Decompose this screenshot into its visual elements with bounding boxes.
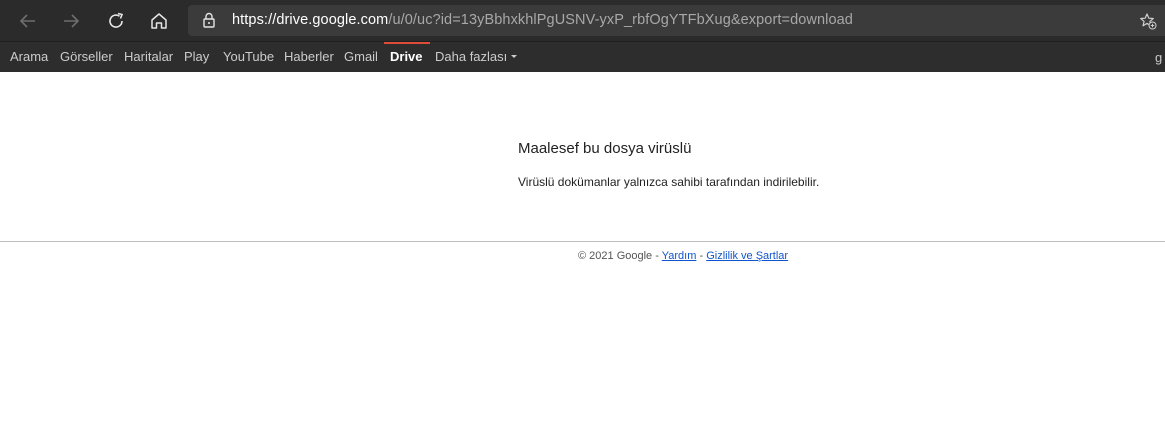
url-host: https://drive.google.com [232, 12, 389, 28]
gbar-item-arama[interactable]: Arama [10, 49, 48, 64]
footer-separator: - [699, 250, 704, 262]
lock-icon[interactable] [202, 12, 216, 33]
add-favorite-icon[interactable] [1139, 12, 1157, 35]
gbar-item-haritalar[interactable]: Haritalar [124, 49, 173, 64]
error-content: Maalesef bu dosya virüslü Virüslü doküma… [518, 140, 819, 189]
home-icon [151, 13, 167, 29]
footer-divider [0, 241, 1165, 242]
url-path: /u/0/uc?id=13yBbhxkhlPgUSNV-yxP_rbfOgYTF… [388, 12, 853, 28]
back-button[interactable] [13, 6, 43, 36]
gbar-item-drive[interactable]: Drive [390, 49, 423, 64]
error-title: Maalesef bu dosya virüslü [518, 140, 692, 157]
help-link[interactable]: Yardım [662, 250, 697, 262]
arrow-right-icon [64, 14, 80, 28]
address-bar[interactable]: https://drive.google.com/u/0/uc?id=13yBb… [188, 5, 1165, 36]
footer: © 2021 Google - Yardım - Gizlilik ve Şar… [578, 250, 788, 262]
home-button[interactable] [144, 6, 174, 36]
reload-button[interactable] [101, 6, 131, 36]
url-text[interactable]: https://drive.google.com/u/0/uc?id=13yBb… [232, 12, 853, 28]
privacy-terms-link[interactable]: Gizlilik ve Şartlar [706, 250, 788, 262]
caret-down-icon [511, 55, 518, 59]
active-tab-indicator [384, 42, 430, 44]
arrow-left-icon [19, 14, 35, 28]
gbar-item-play[interactable]: Play [184, 49, 209, 64]
gbar-item-haberler[interactable]: Haberler [284, 49, 334, 64]
browser-toolbar: https://drive.google.com/u/0/uc?id=13yBb… [0, 0, 1165, 41]
error-message: Virüslü dokümanlar yalnızca sahibi taraf… [518, 175, 820, 189]
gbar-more-label: Daha fazlası [435, 49, 508, 64]
footer-copyright: © 2021 Google - [578, 250, 659, 262]
gbar-item-gmail[interactable]: Gmail [344, 49, 378, 64]
reload-icon [109, 12, 124, 28]
gbar-item-more[interactable]: Daha fazlası [435, 49, 518, 64]
gbar-right-partial[interactable]: g [1155, 50, 1165, 65]
google-services-bar: Arama Görseller Haritalar Play YouTube H… [0, 41, 1165, 72]
gbar-item-youtube[interactable]: YouTube [223, 49, 274, 64]
forward-button[interactable] [56, 6, 86, 36]
gbar-item-gorseller[interactable]: Görseller [60, 49, 113, 64]
